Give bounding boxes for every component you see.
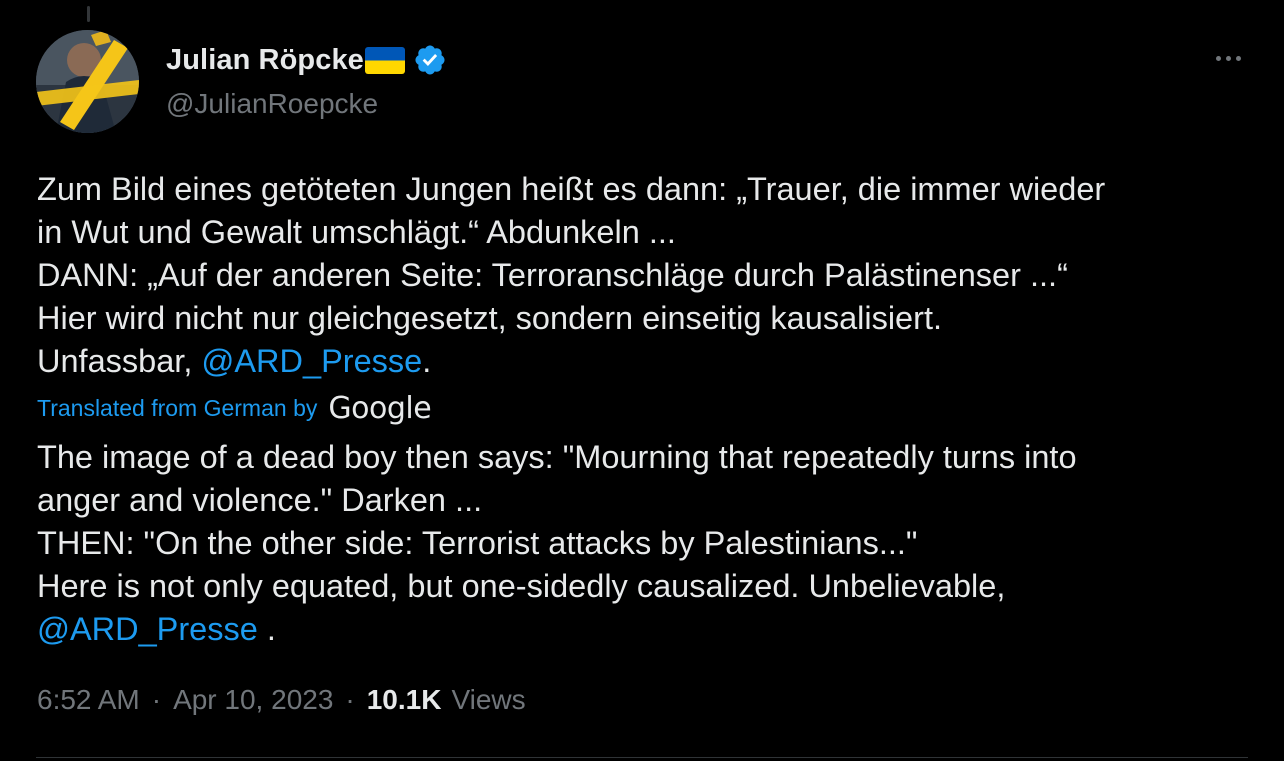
ukraine-flag-icon (364, 46, 405, 74)
tweet-text-line: Unfassbar, @ARD_Presse. (37, 340, 1252, 383)
translated-text-line: THEN: "On the other side: Terrorist atta… (37, 525, 918, 561)
translated-text-line: The image of a dead boy then says: "Mour… (37, 439, 1077, 475)
display-name[interactable]: Julian Röpcke (166, 44, 364, 77)
meta-separator: · (345, 684, 355, 715)
translated-from-link[interactable]: Translated from German by (37, 395, 317, 422)
views-label: Views (451, 684, 526, 715)
tweet-text-line: DANN: „Auf der anderen Seite: Terroransc… (37, 257, 1068, 293)
meta-separator: · (151, 684, 162, 715)
divider (36, 757, 1248, 758)
tweet-text: Zum Bild eines getöteten Jungen heißt es… (37, 168, 1252, 383)
tweet-header: Julian Röpcke @JulianRoepcke (36, 30, 1248, 134)
tweet-text-line: Hier wird nicht nur gleichgesetzt, sonde… (37, 300, 943, 336)
mention-link[interactable]: @ARD_Presse (37, 611, 258, 647)
tweet-text-fragment: Unfassbar, (37, 343, 202, 379)
translated-text-fragment: . (257, 611, 276, 647)
translation-attribution: Translated from German by Google (37, 388, 432, 428)
google-logo: Google (328, 390, 432, 426)
more-options-icon-dot (1235, 55, 1241, 61)
translated-text-line: Here is not only equated, but one-sidedl… (37, 568, 1006, 604)
display-name-row: Julian Röpcke (166, 42, 447, 78)
tweet-date[interactable]: Apr 10, 2023 (173, 684, 333, 716)
tweet-meta: 6:52 AM · Apr 10, 2023 · 10.1K Views (37, 684, 526, 716)
translated-text-line: anger and violence." Darken ... (37, 482, 483, 518)
mention-link[interactable]: @ARD_Presse (201, 343, 422, 379)
more-options-icon (1215, 55, 1221, 61)
more-options-icon-dot (1225, 55, 1231, 61)
views-count: 10.1K (366, 684, 442, 715)
translated-text: The image of a dead boy then says: "Mour… (37, 436, 1252, 651)
translated-text-line: @ARD_Presse . (37, 608, 1252, 651)
tweet-text-fragment: . (422, 343, 432, 379)
tweet-time[interactable]: 6:52 AM (37, 684, 140, 716)
tweet-text-line: in Wut und Gewalt umschlägt.“ Abdunkeln … (37, 214, 676, 250)
tweet-text-line: Zum Bild eines getöteten Jungen heißt es… (37, 171, 1106, 207)
author-handle[interactable]: @JulianRoepcke (166, 88, 447, 120)
avatar[interactable] (36, 30, 139, 133)
thread-connector-line (87, 6, 90, 22)
more-options-button[interactable] (1208, 46, 1248, 70)
verified-badge-icon[interactable] (413, 43, 447, 77)
author-names: Julian Röpcke @JulianRoepcke (166, 42, 447, 120)
